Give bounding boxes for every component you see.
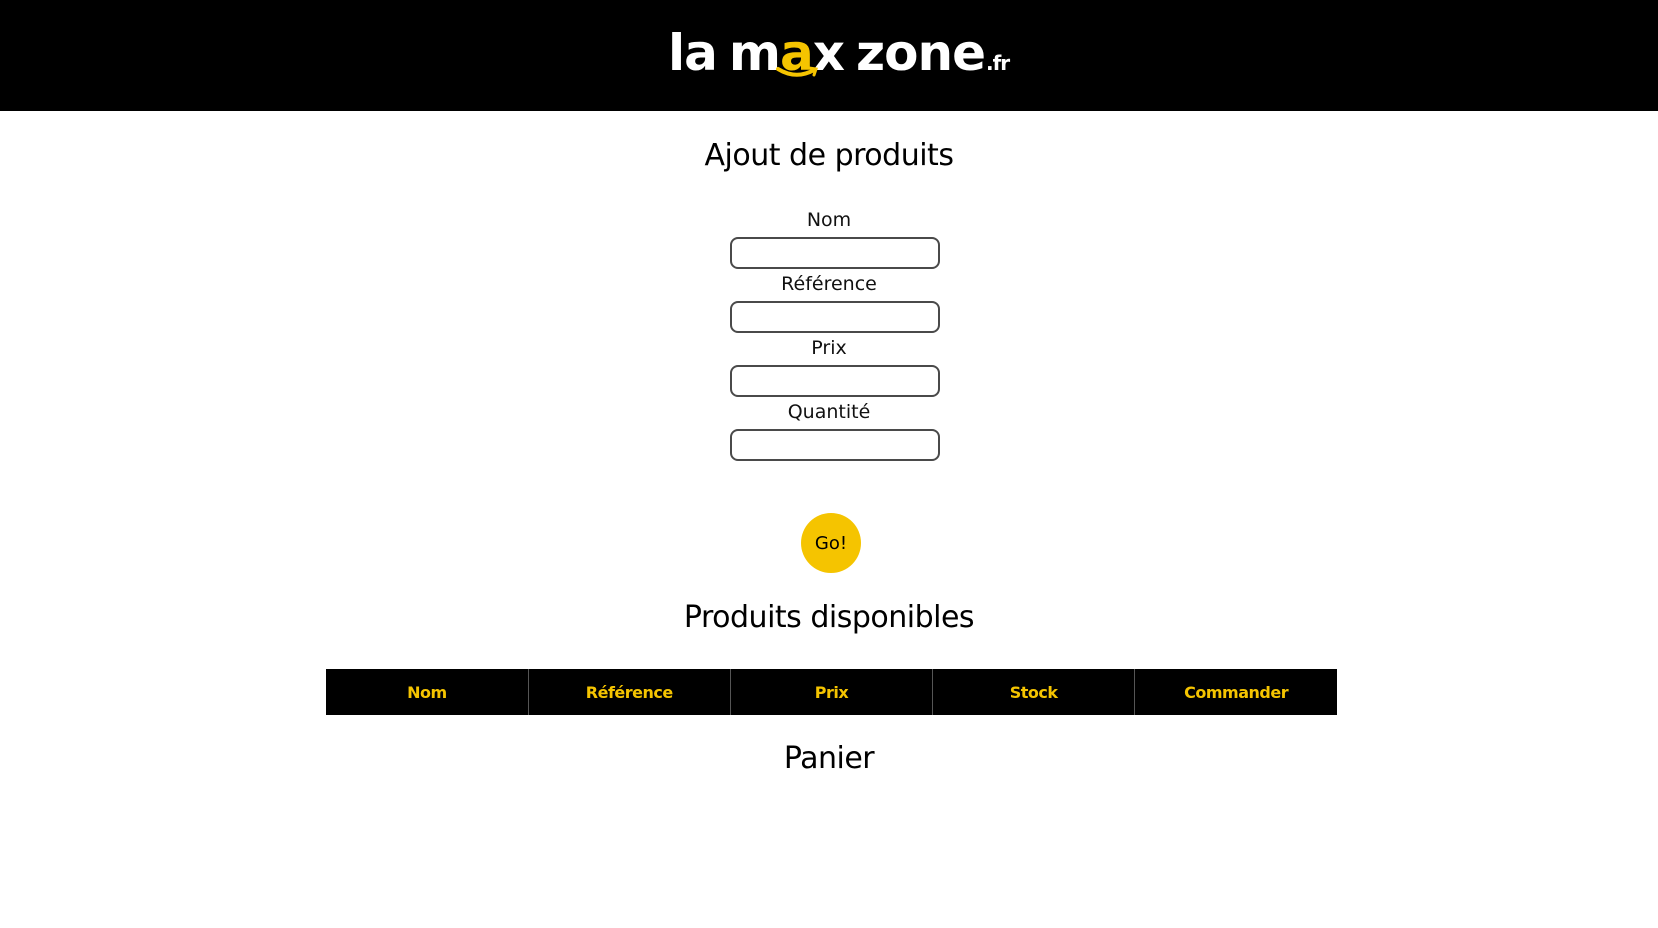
reference-input[interactable] [730,301,940,333]
column-header-stock: Stock [932,669,1135,715]
logo-text-a: a [776,18,818,88]
quantity-input[interactable] [730,429,940,461]
name-label: Nom [806,209,852,231]
logo-text-zone: zone [856,24,986,82]
available-products-title: Produits disponibles [683,600,975,635]
products-table: Nom Référence Prix Stock Commander [326,669,1337,715]
logo-text-la: la [668,24,718,82]
add-product-title: Ajout de produits [704,138,954,173]
column-header-commander: Commander [1134,669,1337,715]
quantity-label: Quantité [787,401,871,423]
price-input[interactable] [730,365,940,397]
column-header-prix: Prix [729,669,933,715]
cart-title: Panier [783,741,875,776]
reference-label: Référence [781,273,877,295]
site-header: la ma x zone.fr [0,0,1658,111]
site-logo[interactable]: la ma x zone.fr [668,18,1010,88]
column-header-reference: Référence [527,669,731,715]
smile-arrow-icon [776,66,818,77]
name-input[interactable] [730,237,940,269]
go-button[interactable]: Go! [801,513,861,573]
logo-text-m: m [728,24,781,82]
table-header-row: Nom Référence Prix Stock Commander [326,669,1337,715]
logo-text-tld: .fr [985,51,1010,75]
column-header-nom: Nom [407,682,447,702]
price-label: Prix [811,337,847,359]
